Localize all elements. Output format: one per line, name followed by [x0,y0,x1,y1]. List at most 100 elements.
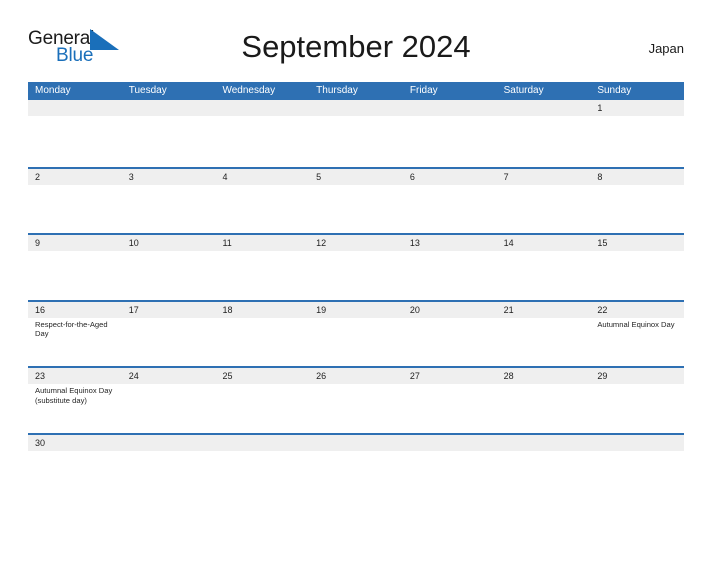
calendar-weeks: 1 2 3 4 5 6 7 8 9 10 11 12 13 14 15 16 Respect-for-the-A… [28,100,685,463]
day-number-band [496,434,591,451]
day-cell-6[interactable]: 6 [402,168,497,233]
day-number-band: 17 [121,301,216,318]
day-number: 6 [409,171,415,182]
day-number-band: 5 [309,168,403,185]
day-number-band [28,100,122,116]
day-number: 20 [409,304,420,315]
day-cell-25[interactable]: 25 [215,368,310,433]
day-cell-empty [215,100,310,167]
day-cell-9[interactable]: 9 [28,235,122,300]
day-number-band: 2 [28,168,122,185]
day-number: 8 [597,171,603,182]
day-cell-30[interactable]: 30 [28,434,122,463]
day-cell-empty [590,434,685,463]
day-number-band: 9 [28,235,122,251]
day-cell-13[interactable]: 13 [402,235,497,300]
day-cell-10[interactable]: 10 [121,235,216,300]
day-number-band: 22 [590,301,685,318]
day-cell-26[interactable]: 26 [309,368,403,433]
day-number-band: 1 [590,100,685,116]
day-number: 4 [222,171,228,182]
day-cell-15[interactable]: 15 [590,235,685,300]
day-number-band: 11 [215,235,310,251]
day-cell-21[interactable]: 21 [496,301,591,366]
calendar-page: General Blue September 2024 Japan Monday… [0,24,712,574]
day-cell-28[interactable]: 28 [496,368,591,433]
day-cell-19[interactable]: 19 [309,301,403,366]
day-cell-3[interactable]: 3 [121,168,216,233]
day-number-band [496,100,591,116]
day-number-band [121,100,216,116]
day-number: 28 [503,371,514,381]
weekday-header-saturday: Saturday [503,85,544,96]
day-number-band: 27 [402,368,497,384]
day-number: 29 [597,371,608,381]
day-number: 7 [503,171,509,182]
day-cell-empty [309,434,403,463]
weekday-header-monday: Monday [35,85,71,96]
day-number-band [402,434,497,451]
day-number-band: 30 [28,434,122,451]
day-number-band [215,100,310,116]
day-cell-empty [121,434,216,463]
calendar-week-row: 23 Autumnal Equinox Day (substitute day) 2… [28,366,685,433]
calendar-week-row: 1 [28,100,685,167]
day-number: 27 [409,371,420,381]
page-title: September 2024 [241,29,471,64]
calendar-week-row: 9 10 11 12 13 14 15 [28,233,685,300]
day-number: 21 [503,304,514,315]
weekday-header-sunday: Sunday [597,85,632,96]
day-cell-24[interactable]: 24 [121,368,216,433]
day-number: 12 [316,238,327,248]
calendar-week-row: 30 [28,432,685,463]
day-cell-20[interactable]: 20 [402,301,497,366]
weekday-header-friday: Friday [409,85,438,96]
day-number: 10 [128,238,139,248]
day-cell-empty [28,100,122,167]
day-cell-11[interactable]: 11 [215,235,310,300]
page-header: General Blue September 2024 Japan [28,24,684,76]
day-events: Autumnal Equinox Day (substitute day) [28,384,122,405]
day-cell-empty [496,100,591,167]
day-number-band: 14 [496,235,591,251]
weekday-header-wednesday: Wednesday [222,85,276,96]
calendar-week-row: 2 3 4 5 6 7 8 [28,166,685,233]
day-cell-14[interactable]: 14 [496,235,591,300]
holiday-label: Respect-for-the-Aged Day [35,319,108,339]
calendar-week-row: 16 Respect-for-the-Aged Day 17 18 19 20 21 22 Au… [28,299,685,366]
day-cell-12[interactable]: 12 [309,235,403,300]
day-number-band [402,100,497,116]
day-cell-18[interactable]: 18 [215,301,310,366]
day-number-band [309,434,403,451]
day-number: 30 [35,437,46,448]
day-number: 3 [128,171,134,182]
day-number-band: 28 [496,368,591,384]
day-cell-4[interactable]: 4 [215,168,310,233]
day-number-band: 7 [496,168,591,185]
day-number: 26 [316,371,327,381]
day-number-band: 4 [215,168,310,185]
day-number: 16 [35,304,46,315]
day-cell-17[interactable]: 17 [121,301,216,366]
day-number-band: 20 [402,301,497,318]
day-cell-23[interactable]: 23 Autumnal Equinox Day (substitute day) [28,368,122,433]
day-cell-5[interactable]: 5 [309,168,403,233]
day-cell-27[interactable]: 27 [402,368,497,433]
day-number: 15 [597,238,608,248]
day-number-band: 23 [28,368,122,384]
day-cell-1[interactable]: 1 [590,100,685,167]
day-number-band: 26 [309,368,403,384]
weekday-header-row: Monday Tuesday Wednesday Thursday Friday… [28,82,684,100]
day-cell-29[interactable]: 29 [590,368,685,433]
day-number-band [121,434,216,451]
day-cell-16[interactable]: 16 Respect-for-the-Aged Day [28,301,122,366]
day-cell-8[interactable]: 8 [590,168,685,233]
day-number: 9 [35,238,41,248]
day-events: Autumnal Equinox Day [590,318,684,330]
day-number: 23 [35,371,46,381]
day-cell-2[interactable]: 2 [28,168,122,233]
day-cell-22[interactable]: 22 Autumnal Equinox Day [590,301,685,366]
day-number: 22 [597,304,608,315]
day-cell-7[interactable]: 7 [496,168,591,233]
day-number-band: 15 [590,235,685,251]
